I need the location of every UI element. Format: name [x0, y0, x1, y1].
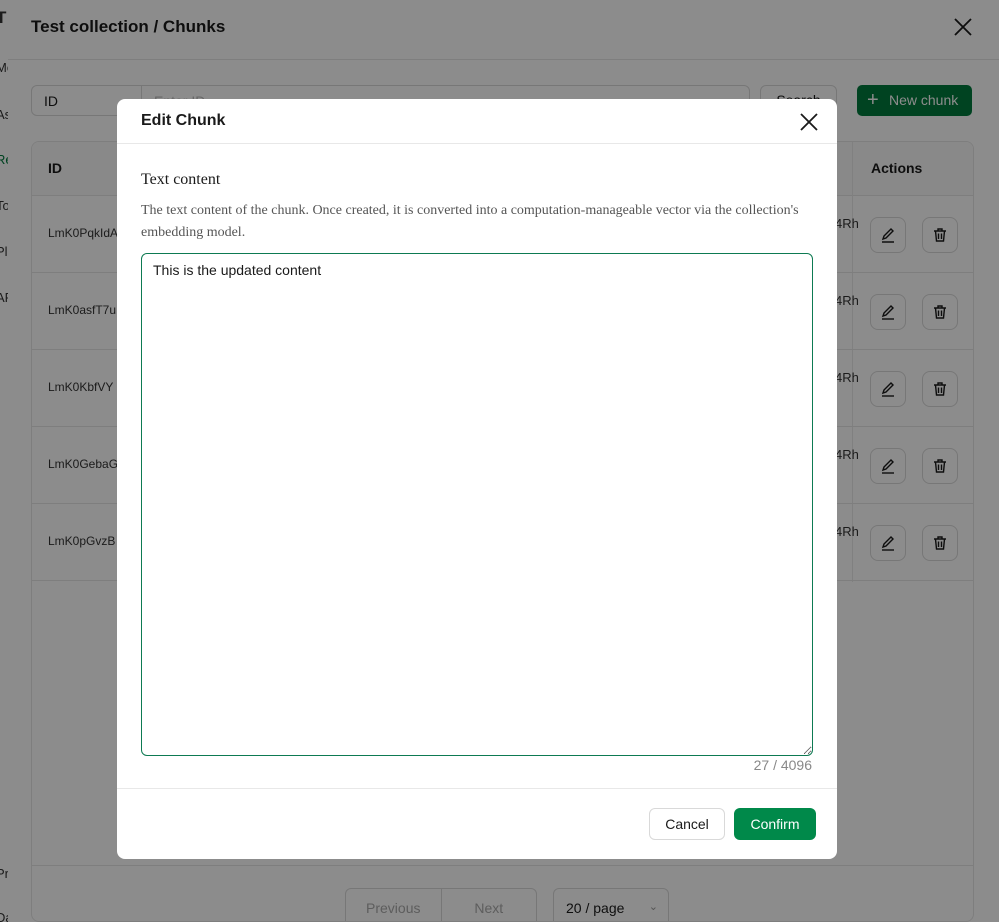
edit-chunk-dialog: Edit Chunk Text content The text content… — [117, 99, 837, 859]
app: T Mo As Re To Pl AP Pr Da Test collectio… — [0, 0, 999, 922]
dialog-title: Edit Chunk — [141, 112, 226, 129]
dialog-footer: Cancel Confirm — [117, 788, 837, 859]
text-content-description: The text content of the chunk. Once crea… — [141, 203, 799, 240]
cancel-button[interactable]: Cancel — [649, 808, 725, 840]
text-content-textarea[interactable]: This is the updated content — [141, 253, 813, 756]
character-counter: 27 / 4096 — [753, 757, 812, 773]
confirm-button[interactable]: Confirm — [734, 808, 816, 840]
dialog-header: Edit Chunk — [117, 99, 837, 144]
text-content-label: Text content — [141, 171, 221, 188]
close-icon[interactable] — [798, 111, 820, 133]
